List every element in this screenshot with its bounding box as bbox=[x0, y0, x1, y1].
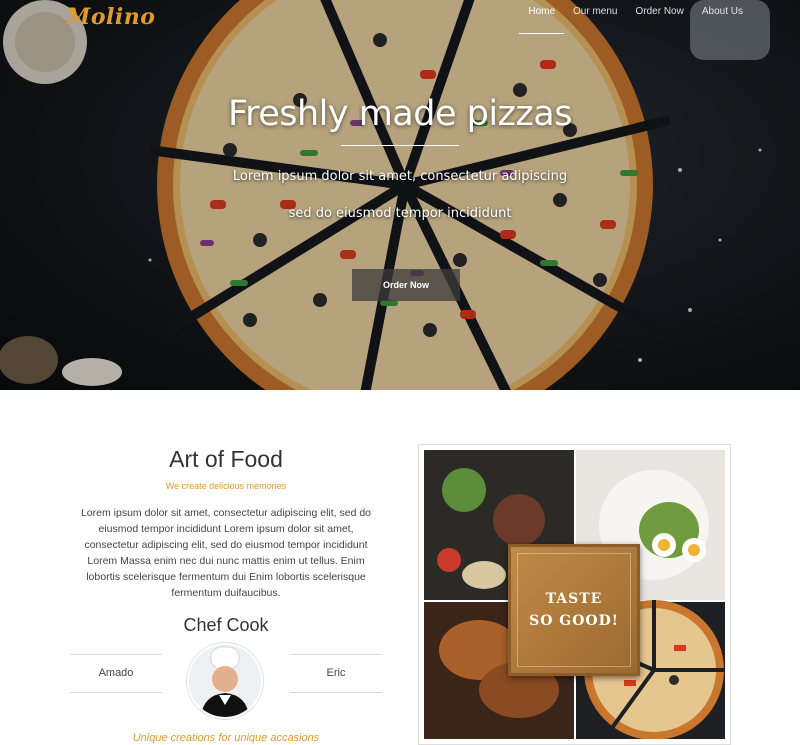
hero-subtitle-line2: sed do eiusmod tempor incididunt bbox=[288, 206, 512, 221]
brand-logo[interactable]: Molino bbox=[66, 4, 155, 30]
about-tagline: We create delicious memories bbox=[165, 481, 287, 491]
hero-subtitle-line1: Lorem ipsum dolor sit amet, consectetur … bbox=[232, 169, 568, 184]
hero-title: Freshly made pizzas bbox=[227, 94, 573, 134]
chef-name-right: Eric bbox=[290, 654, 382, 693]
nav-item-our-menu[interactable]: Our menu bbox=[564, 6, 626, 26]
chef-footer-tagline: Unique creations for unique accasions bbox=[132, 732, 320, 744]
hero-divider bbox=[341, 145, 459, 146]
chef-name-left: Amado bbox=[70, 654, 162, 693]
promo-line1: TASTE bbox=[545, 591, 603, 607]
chef-section-title: Chef Cook bbox=[183, 615, 269, 635]
order-now-button[interactable]: Order Now bbox=[352, 269, 460, 301]
nav-item-order-now[interactable]: Order Now bbox=[627, 6, 693, 26]
main-nav: Home Our menu Order Now About Us bbox=[519, 6, 752, 34]
nav-item-home[interactable]: Home bbox=[519, 6, 565, 34]
chef-avatar bbox=[187, 643, 263, 719]
hero-banner: Molino Home Our menu Order Now About Us … bbox=[0, 0, 800, 390]
promo-line2: SO GOOD! bbox=[529, 613, 619, 629]
nav-item-about-us[interactable]: About Us bbox=[693, 6, 752, 26]
about-title: Art of Food bbox=[169, 446, 283, 472]
pizza-background-image bbox=[0, 0, 800, 390]
about-body: Lorem ipsum dolor sit amet, consectetur … bbox=[80, 507, 372, 599]
taste-so-good-card: TASTE SO GOOD! bbox=[508, 544, 640, 676]
chef-photo-icon bbox=[189, 645, 261, 717]
